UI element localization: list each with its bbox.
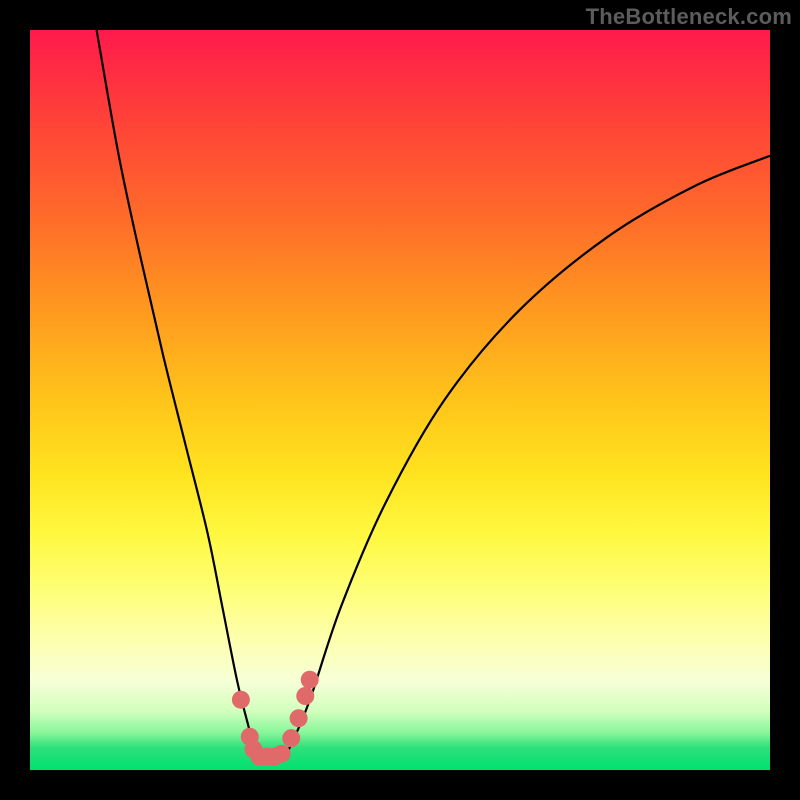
watermark-text: TheBottleneck.com bbox=[586, 4, 792, 30]
data-marker bbox=[273, 745, 291, 763]
data-marker bbox=[232, 691, 250, 709]
plot-area bbox=[30, 30, 770, 770]
data-marker bbox=[301, 671, 319, 689]
data-marker bbox=[296, 687, 314, 705]
chart-frame: TheBottleneck.com bbox=[0, 0, 800, 800]
data-marker bbox=[290, 709, 308, 727]
data-marker bbox=[282, 729, 300, 747]
bottleneck-curve bbox=[30, 30, 770, 770]
